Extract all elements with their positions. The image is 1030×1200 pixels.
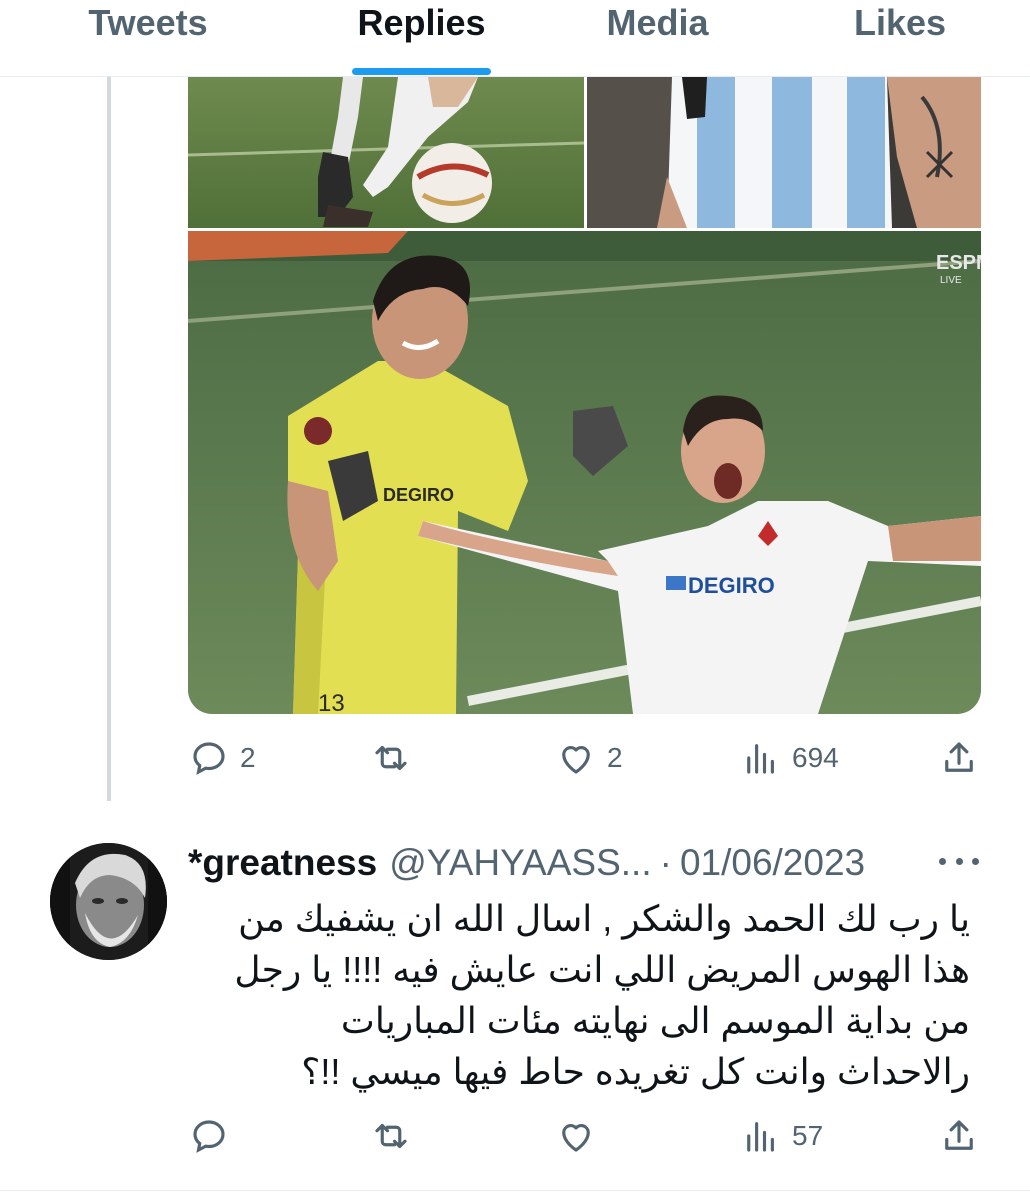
- share-icon: [945, 1120, 973, 1150]
- reply-count: 2: [240, 742, 256, 773]
- reply-text-line: رالاحداث وانت كل تغريده حاط فيها ميسي !!…: [301, 1051, 970, 1092]
- tab-tweets[interactable]: Tweets: [62, 0, 234, 77]
- retweet-icon: [375, 1123, 407, 1149]
- like-button[interactable]: 2: [555, 733, 623, 783]
- espn-watermark: ESPN: [936, 252, 981, 274]
- thread-connector-line: [107, 77, 111, 801]
- retweet-icon: [375, 745, 407, 771]
- svg-text:LIVE: LIVE: [940, 275, 962, 286]
- reply-icon: [193, 1120, 225, 1153]
- argentina-jersey-image: [587, 77, 981, 228]
- analytics-icon: [747, 1122, 774, 1152]
- tweet-date[interactable]: 01/06/2023: [680, 842, 865, 884]
- view-count: 57: [792, 1120, 824, 1151]
- svg-text:DEGIRO: DEGIRO: [383, 485, 454, 505]
- separator-dot: ·: [659, 842, 672, 883]
- user-avatar-image: [50, 843, 167, 960]
- tweet-action-bar: 2 2 694: [0, 733, 1030, 783]
- heart-icon: [562, 746, 590, 774]
- reply-icon: [193, 742, 225, 775]
- active-tab-indicator: [352, 68, 491, 75]
- more-dot-icon: [939, 857, 946, 865]
- display-name[interactable]: *greatness: [188, 842, 377, 884]
- reply-button[interactable]: 2: [188, 733, 256, 783]
- view-count: 694: [792, 742, 839, 773]
- svg-text:13: 13: [318, 690, 345, 714]
- more-options-button[interactable]: [935, 846, 983, 876]
- share-icon: [945, 742, 973, 772]
- more-dot-icon: [955, 857, 963, 865]
- reply-button[interactable]: [188, 1111, 240, 1161]
- media-image-ball-kick[interactable]: [188, 77, 584, 228]
- analytics-icon: [747, 744, 774, 774]
- reply-text-line: من بداية الموسم الى نهايته مئات المباريا…: [340, 1000, 970, 1041]
- like-button[interactable]: [555, 1111, 607, 1161]
- share-button[interactable]: [938, 1111, 980, 1161]
- more-dot-icon: [972, 857, 979, 865]
- heart-icon: [562, 1124, 590, 1152]
- media-image-celebration[interactable]: ESPN LIVE DEGIRO 13 DEGIRO: [188, 231, 981, 714]
- goalkeeper-celebration-image: ESPN LIVE DEGIRO 13 DEGIRO: [188, 231, 981, 714]
- tab-replies[interactable]: Replies: [340, 0, 503, 77]
- svg-text:DEGIRO: DEGIRO: [688, 573, 775, 598]
- like-count: 2: [607, 742, 623, 773]
- divider: [0, 1190, 1030, 1191]
- reply-body: يا رب لك الحمد والشكر , اسال الله ان يشف…: [200, 893, 970, 1097]
- reply-text-line: هذا الهوس المريض اللي انت عايش فيه !!!! …: [234, 949, 970, 990]
- profile-tabs: Tweets Replies Media Likes: [0, 0, 1030, 77]
- retweet-button[interactable]: [370, 1111, 422, 1161]
- reply-text-line: يا رب لك الحمد والشكر , اسال الله ان يشف…: [238, 898, 970, 939]
- reply-header: *greatness @YAHYAASS... · 01/06/2023: [188, 840, 988, 886]
- football-kick-image: [188, 77, 584, 228]
- avatar[interactable]: [50, 843, 167, 960]
- tab-likes[interactable]: Likes: [840, 0, 960, 77]
- reply-action-bar: 57: [0, 1111, 1030, 1161]
- retweet-button[interactable]: [370, 733, 422, 783]
- views-button[interactable]: 694: [740, 733, 839, 783]
- tab-media[interactable]: Media: [590, 0, 725, 77]
- views-button[interactable]: 57: [740, 1111, 823, 1161]
- tweet-media-grid: ESPN LIVE DEGIRO 13 DEGIRO: [188, 77, 981, 714]
- share-button[interactable]: [938, 733, 980, 783]
- media-image-argentina-jersey[interactable]: [587, 77, 981, 228]
- user-handle[interactable]: @YAHYAASS...: [389, 842, 651, 884]
